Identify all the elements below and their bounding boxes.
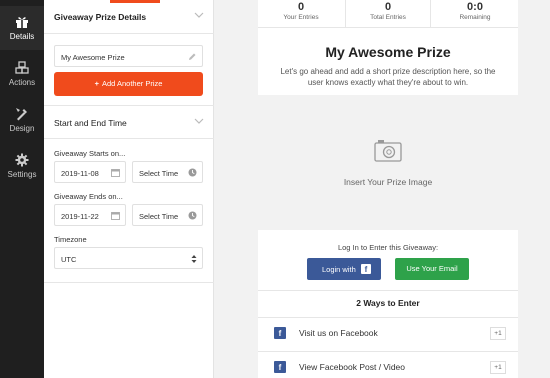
gear-icon <box>15 153 29 167</box>
entry-option-label: Visit us on Facebook <box>299 328 378 338</box>
entry-option[interactable]: f Visit us on Facebook +1 <box>258 317 518 347</box>
stats-bar: 0 Your Entries 0 Total Entries 0:0 Remai… <box>258 0 518 28</box>
stat-label: Remaining <box>459 14 491 21</box>
prize-image-placeholder[interactable]: Insert Your Prize Image <box>258 95 518 230</box>
chevron-down-icon <box>194 118 204 124</box>
end-time-placeholder: Select Time <box>139 212 179 221</box>
stat-value: 0:0 <box>467 1 483 13</box>
entry-points-badge: +1 <box>490 327 506 340</box>
start-time-placeholder: Select Time <box>139 169 179 178</box>
end-time-input[interactable]: Select Time <box>132 204 203 226</box>
start-date-value: 2019-11-08 <box>61 169 99 178</box>
use-email-button[interactable]: Use Your Email <box>395 258 469 280</box>
calendar-icon <box>111 212 120 220</box>
facebook-icon: f <box>274 361 286 373</box>
end-date-input[interactable]: 2019-11-22 <box>54 204 126 226</box>
section-divider <box>44 282 214 283</box>
cubes-icon <box>15 61 29 74</box>
facebook-icon: f <box>361 264 371 274</box>
stat-label: Total Entries <box>370 14 406 21</box>
ways-to-enter-title: 2 Ways to Enter <box>356 298 420 308</box>
nav-item-details[interactable]: Details <box>0 6 44 50</box>
pencil-icon[interactable] <box>188 52 197 61</box>
gift-icon <box>16 17 28 28</box>
giveaway-preview: 0 Your Entries 0 Total Entries 0:0 Remai… <box>258 0 518 378</box>
nav-label-settings: Settings <box>7 170 37 179</box>
clock-icon <box>188 211 197 220</box>
login-caption: Log In to Enter this Giveaway: <box>337 243 439 252</box>
nav-label-design: Design <box>9 124 35 133</box>
entry-option[interactable]: f View Facebook Post / Video +1 <box>258 351 518 378</box>
facebook-icon: f <box>274 327 286 339</box>
facebook-login-button[interactable]: Login with f <box>307 258 381 280</box>
timezone-select[interactable]: UTC <box>54 247 203 269</box>
image-placeholder-caption: Insert Your Prize Image <box>343 177 433 187</box>
prize-section-header[interactable]: Giveaway Prize Details <box>44 0 214 34</box>
add-prize-button[interactable]: + Add Another Prize <box>54 72 203 96</box>
stat-total-entries: 0 Total Entries <box>345 0 431 28</box>
prize-name-input[interactable]: My Awesome Prize <box>54 45 203 67</box>
start-time-input[interactable]: Select Time <box>132 161 203 183</box>
plus-icon: + <box>94 79 99 88</box>
preview-divider <box>258 290 518 291</box>
nav-item-design[interactable]: Design <box>0 98 44 142</box>
entry-option-label: View Facebook Post / Video <box>299 362 406 372</box>
prize-section-title: Giveaway Prize Details <box>54 12 147 22</box>
stat-remaining: 0:0 Remaining <box>432 0 518 28</box>
start-date-input[interactable]: 2019-11-08 <box>54 161 126 183</box>
add-prize-label: Add Another Prize <box>101 79 163 88</box>
settings-panel: Giveaway Prize Details My Awesome Prize … <box>44 0 214 378</box>
stat-value: 0 <box>297 1 305 13</box>
end-date-value: 2019-11-22 <box>61 212 99 221</box>
paint-icon <box>16 108 27 121</box>
stat-label: Your Entries <box>283 14 319 21</box>
ends-label: Giveaway Ends on... <box>54 192 123 201</box>
timezone-label: Timezone <box>54 235 87 244</box>
time-section-header[interactable]: Start and End Time <box>44 105 214 139</box>
stat-value: 0 <box>384 1 392 13</box>
facebook-login-label: Login with <box>322 265 356 274</box>
chevron-down-icon <box>194 12 204 18</box>
stat-your-entries: 0 Your Entries <box>258 0 344 28</box>
nav-item-settings[interactable]: Settings <box>0 144 44 188</box>
timezone-value: UTC <box>61 255 77 264</box>
prize-title: My Awesome Prize <box>325 44 451 60</box>
calendar-icon <box>111 169 120 177</box>
left-nav: Details Actions Design Settings <box>0 0 44 378</box>
nav-label-details: Details <box>9 32 35 41</box>
time-section-title: Start and End Time <box>54 118 127 128</box>
nav-item-actions[interactable]: Actions <box>0 52 44 96</box>
camera-icon <box>374 140 402 162</box>
prize-name-value: My Awesome Prize <box>61 53 125 62</box>
clock-icon <box>188 168 197 177</box>
starts-label: Giveaway Starts on... <box>54 149 126 158</box>
entry-points-badge: +1 <box>490 361 506 374</box>
nav-label-actions: Actions <box>8 78 36 87</box>
prize-description: Let's go ahead and add a short prize des… <box>280 67 496 87</box>
select-arrows-icon <box>191 255 197 263</box>
